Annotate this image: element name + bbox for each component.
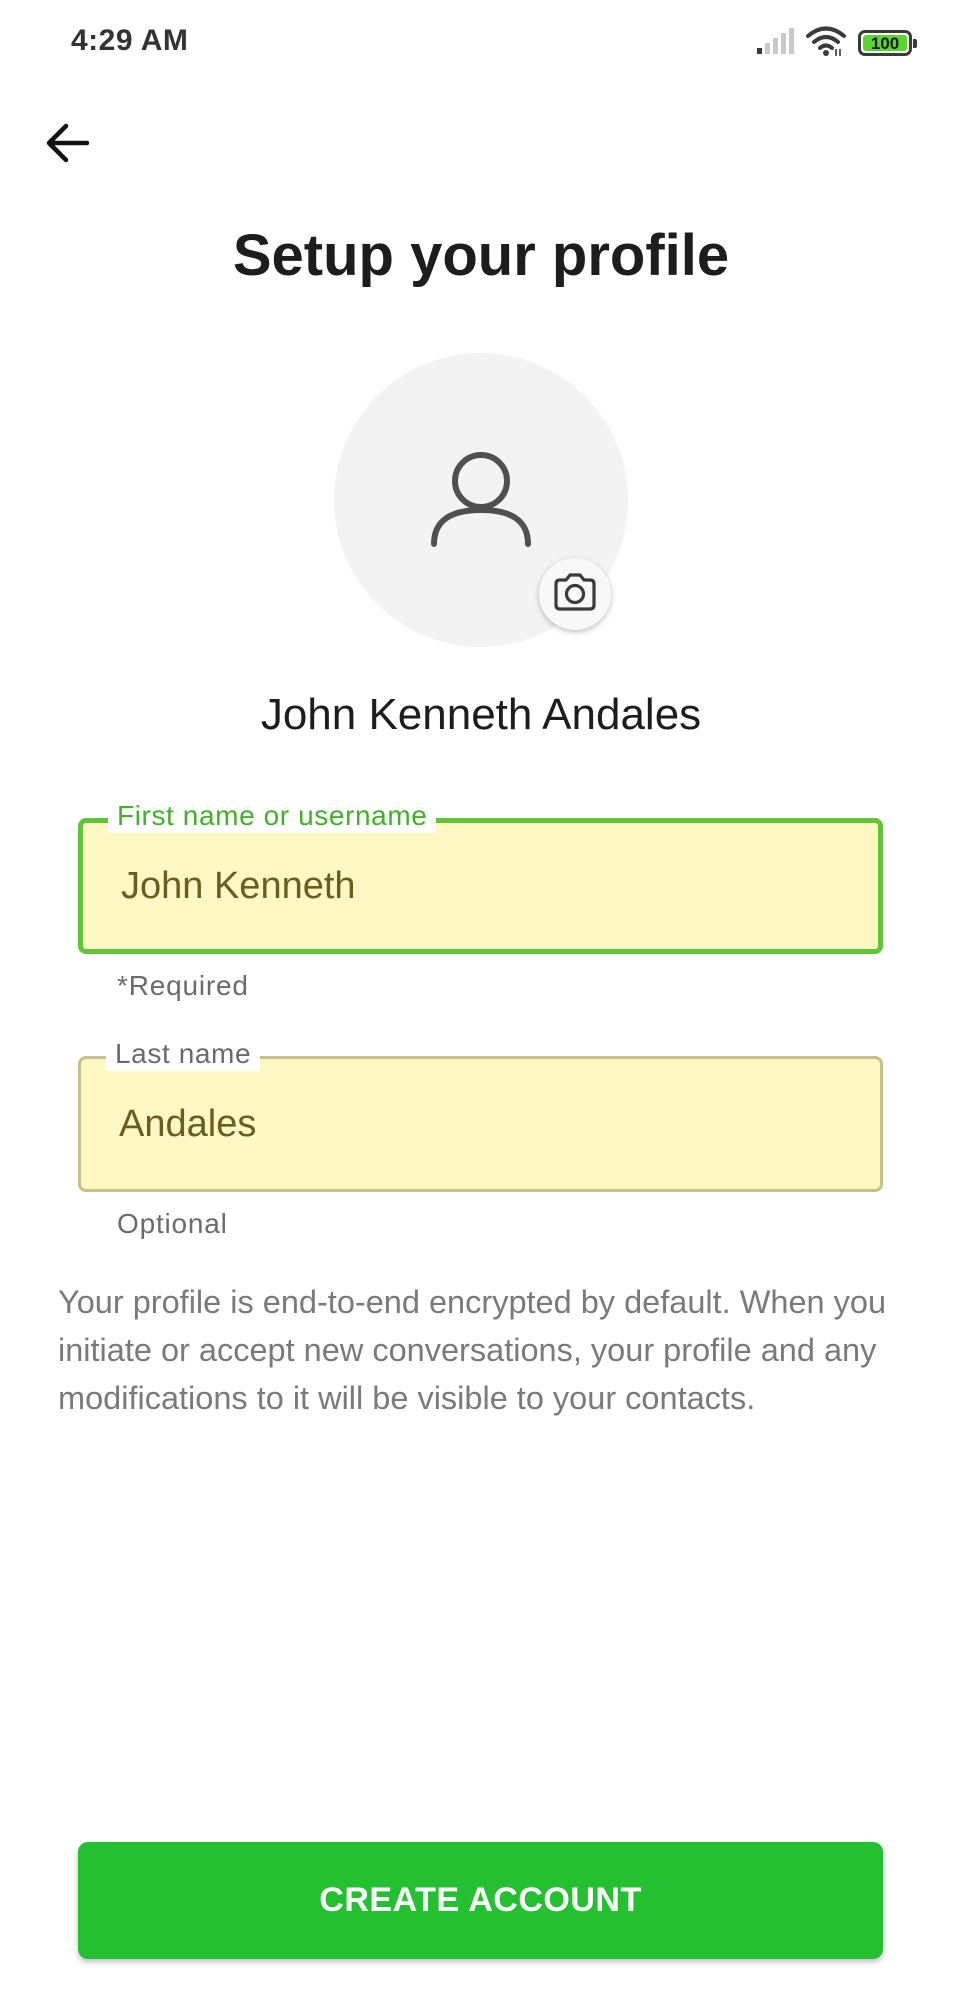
camera-icon [552, 572, 598, 617]
signal-icon [756, 27, 794, 59]
first-name-field[interactable]: First name or username [78, 799, 883, 954]
page-title: Setup your profile [232, 223, 730, 288]
battery-level: 100 [870, 33, 900, 53]
encryption-info-text: Your profile is end-to-end encrypted by … [58, 1284, 887, 1416]
create-account-button[interactable]: CREATE ACCOUNT [78, 1842, 883, 1959]
back-arrow-icon [45, 123, 90, 168]
last-name-field[interactable]: Last name [78, 1037, 883, 1192]
last-name-helper: Optional [117, 1208, 228, 1239]
first-name-input[interactable] [119, 823, 863, 949]
profile-display-name: John Kenneth Andales [260, 690, 702, 739]
back-button[interactable] [30, 108, 104, 182]
status-bar: 4:29 AM 100 [0, 0, 962, 86]
camera-button[interactable] [539, 558, 611, 630]
wifi-icon [806, 25, 846, 62]
status-icons: 100 [756, 25, 917, 62]
last-name-input[interactable] [117, 1059, 861, 1189]
first-name-helper: *Required [117, 970, 249, 1001]
status-time: 4:29 AM [71, 24, 189, 57]
person-icon [426, 448, 536, 553]
battery-icon: 100 [858, 30, 917, 56]
